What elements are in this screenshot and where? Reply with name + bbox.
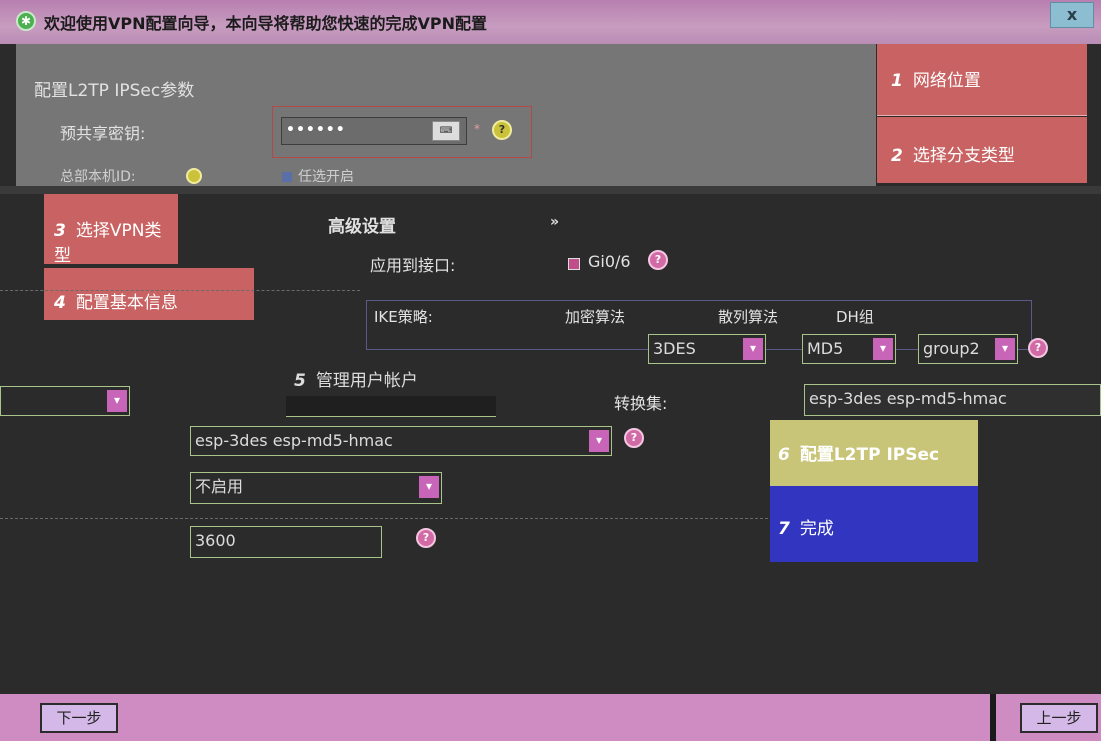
transform-label: 转换集: xyxy=(614,394,668,413)
left-select[interactable]: ▾ xyxy=(0,386,130,416)
required-mark: * xyxy=(474,122,480,136)
step-number: 7 xyxy=(778,519,790,539)
step-number: 3 xyxy=(54,221,66,241)
dh-value: group2 xyxy=(923,339,980,358)
step-label: 完成 xyxy=(799,519,834,539)
step-vpn-type[interactable]: 3 选择VPN类型 xyxy=(44,194,178,266)
step-number: 4 xyxy=(54,293,66,313)
ike-policy-header: IKE策略: xyxy=(374,308,433,326)
interface-checkbox[interactable] xyxy=(568,258,580,270)
title-bar: ✱ 欢迎使用VPN配置向导，本向导将帮助您快速的完成VPN配置 xyxy=(0,0,1101,44)
close-button[interactable]: x xyxy=(1050,2,1094,28)
pfs-value: 不启用 xyxy=(195,477,244,496)
transform-help-icon[interactable]: ? xyxy=(624,428,644,448)
transform-value: esp-3des esp-md5-hmac xyxy=(195,431,393,450)
chevron-down-icon[interactable]: ▾ xyxy=(995,338,1015,360)
chevron-down-icon[interactable]: ▾ xyxy=(873,338,893,360)
interface-name: Gi0/6 xyxy=(588,252,631,271)
chevron-down-icon[interactable]: ▾ xyxy=(419,476,439,498)
dh-select[interactable]: group2 ▾ xyxy=(918,334,1018,364)
psk-help-icon[interactable]: ? xyxy=(492,120,512,140)
step-label: 选择分支类型 xyxy=(912,146,1015,166)
step-number: 2 xyxy=(891,146,903,166)
step-number: 6 xyxy=(778,445,790,465)
interface-help-icon[interactable]: ? xyxy=(648,250,668,270)
step-network-location[interactable]: 1 网络位置 xyxy=(877,44,1087,116)
chevron-down-icon[interactable]: ▾ xyxy=(743,338,763,360)
window-title: 欢迎使用VPN配置向导，本向导将帮助您快速的完成VPN配置 xyxy=(44,14,488,33)
optional-checkbox[interactable] xyxy=(282,172,292,182)
transform-select[interactable]: esp-3des esp-md5-hmac ▾ xyxy=(190,426,612,456)
footer-bar xyxy=(0,694,1101,741)
step-l2tp-ipsec[interactable]: 6 配置L2TP IPSec xyxy=(770,420,978,486)
step-label: 配置基本信息 xyxy=(75,293,178,313)
section-title: 配置L2TP IPSec参数 xyxy=(34,81,195,101)
encryption-select[interactable]: 3DES ▾ xyxy=(648,334,766,364)
step-number: 1 xyxy=(891,71,903,91)
collapse-chevron-icon[interactable]: » xyxy=(550,214,559,230)
local-id-help-icon[interactable] xyxy=(186,168,202,184)
local-id-label: 总部本机ID: xyxy=(60,169,136,185)
pfs-select[interactable]: 不启用 ▾ xyxy=(190,472,442,504)
user-accounts-bar xyxy=(286,396,496,417)
step-label: 配置L2TP IPSec xyxy=(799,445,940,465)
step-user-accounts[interactable]: 5 管理用户帐户 xyxy=(290,366,450,396)
optional-label: 任选开启 xyxy=(298,169,354,185)
psk-label: 预共享密钥: xyxy=(60,124,146,143)
lifetime-value: 3600 xyxy=(195,531,236,550)
apply-interface-label: 应用到接口: xyxy=(370,256,456,275)
wizard-icon: ✱ xyxy=(16,11,36,31)
dashed-divider xyxy=(0,290,360,291)
dashed-divider xyxy=(0,518,768,519)
chevron-down-icon[interactable]: ▾ xyxy=(107,390,127,412)
lifetime-help-icon[interactable]: ? xyxy=(416,528,436,548)
next-button[interactable]: 下一步 xyxy=(40,703,118,733)
prev-button[interactable]: 上一步 xyxy=(1020,703,1098,733)
step-number: 5 xyxy=(294,371,306,391)
step-label: 管理用户帐户 xyxy=(315,371,418,391)
hash-header: 散列算法 xyxy=(718,308,779,326)
hash-value: MD5 xyxy=(807,339,844,358)
soft-keyboard-icon[interactable]: ⌨ xyxy=(432,121,460,141)
chevron-down-icon[interactable]: ▾ xyxy=(589,430,609,452)
step-branch-type[interactable]: 2 选择分支类型 xyxy=(877,117,1087,183)
footer-separator xyxy=(990,694,996,741)
encryption-header: 加密算法 xyxy=(565,308,626,326)
advanced-title: 高级设置 xyxy=(328,217,396,237)
lifetime-input[interactable]: 3600 xyxy=(190,526,382,558)
dh-header: DH组 xyxy=(836,308,874,326)
hash-select[interactable]: MD5 ▾ xyxy=(802,334,896,364)
encryption-value: 3DES xyxy=(653,339,696,358)
step-finish[interactable]: 7 完成 xyxy=(770,486,978,562)
divider xyxy=(0,186,1101,194)
step-label: 选择VPN类型 xyxy=(54,221,162,266)
ike-help-icon[interactable]: ? xyxy=(1028,338,1048,358)
transform-right-field[interactable]: esp-3des esp-md5-hmac xyxy=(804,384,1101,416)
step-label: 网络位置 xyxy=(912,71,981,91)
transform-right-value: esp-3des esp-md5-hmac xyxy=(809,389,1007,408)
step-basic-info[interactable]: 4 配置基本信息 xyxy=(44,268,254,320)
